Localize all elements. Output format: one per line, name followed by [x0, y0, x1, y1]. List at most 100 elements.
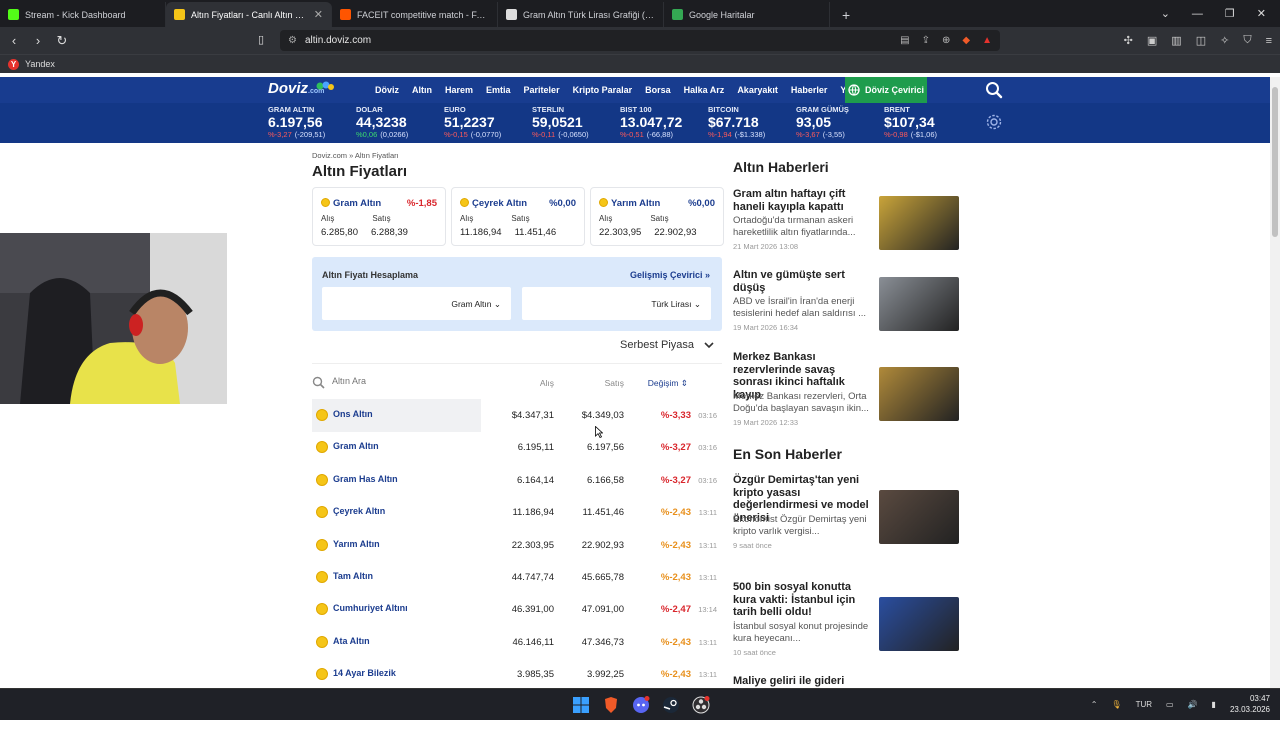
reader-mode-icon[interactable]: ▤: [900, 35, 909, 46]
sidebar-toggle-icon[interactable]: ▥: [1171, 34, 1181, 47]
extensions-icon[interactable]: ✣: [1124, 34, 1133, 47]
news-thumbnail[interactable]: [879, 196, 959, 250]
table-row[interactable]: 14 Ayar Bilezik 3.985,35 3.992,25 %-2,43 13:…: [312, 658, 722, 691]
row-name[interactable]: Çeyrek Altın: [333, 506, 385, 516]
obs-icon[interactable]: [691, 695, 711, 715]
row-name[interactable]: Tam Altın: [333, 571, 373, 581]
discord-icon[interactable]: [631, 695, 651, 715]
news-thumbnail[interactable]: [879, 367, 959, 421]
tab-list-chevron-icon[interactable]: ⌄: [1161, 7, 1170, 20]
row-name[interactable]: Ata Altın: [333, 636, 370, 646]
search-icon[interactable]: [985, 81, 1003, 99]
news-thumbnail[interactable]: [879, 597, 959, 651]
share-icon[interactable]: ⇪: [922, 35, 930, 46]
back-icon[interactable]: ‹: [4, 33, 24, 48]
row-name[interactable]: Gram Has Altın: [333, 474, 398, 484]
breadcrumb[interactable]: Doviz.com » Altın Fiyatları: [312, 151, 399, 160]
gold-summary-card[interactable]: Gram Altın %-1,85 Alış Satış 6.285,80 6.288,3…: [312, 187, 446, 246]
gold-summary-card[interactable]: Yarım Altın %0,00 Alış Satış 22.303,95 22.902…: [590, 187, 724, 246]
page-scrollbar[interactable]: [1270, 77, 1280, 688]
news-thumbnail[interactable]: [879, 277, 959, 331]
brave-rewards-icon[interactable]: ▲: [982, 35, 992, 46]
nav-item[interactable]: Borsa: [645, 85, 671, 95]
row-name[interactable]: Gram Altın: [333, 441, 379, 451]
tray-overflow-icon[interactable]: ⌃: [1091, 700, 1098, 709]
minimize-icon[interactable]: —: [1192, 8, 1203, 20]
from-unit-select[interactable]: Gram Altın ⌄: [451, 299, 501, 310]
row-name[interactable]: Ons Altın: [333, 409, 373, 419]
browser-tab[interactable]: Google Haritalar: [664, 2, 830, 27]
windows-start-icon[interactable]: [571, 695, 591, 715]
reload-icon[interactable]: ↻: [52, 33, 72, 49]
gold-news-title[interactable]: Altın Haberleri: [733, 159, 829, 175]
nav-item[interactable]: Emtia: [486, 85, 511, 95]
nav-item[interactable]: Akaryakıt: [737, 85, 778, 95]
microphone-icon[interactable]: 🎙: [1111, 700, 1121, 709]
market-select[interactable]: Serbest Piyasa: [620, 339, 714, 351]
browser-tab[interactable]: Stream - Kick Dashboard: [0, 2, 166, 27]
zoom-icon[interactable]: ⊕: [942, 35, 950, 46]
news-item[interactable]: Özgür Demirtaş'tan yeni kripto yasası de…: [733, 474, 961, 554]
row-name[interactable]: 14 Ayar Bilezik: [333, 668, 396, 678]
restore-icon[interactable]: ❐: [1225, 7, 1235, 20]
column-change[interactable]: Değişim ⇕: [648, 378, 688, 389]
new-tab-button[interactable]: +: [830, 7, 862, 27]
table-row[interactable]: Ons Altın $4.347,31 $4.349,03 %-3,33 03:16: [312, 399, 722, 432]
close-window-icon[interactable]: ✕: [1257, 7, 1266, 20]
browser-tab[interactable]: Altın Fiyatları - Canlı Altın Kuru ve ✕: [166, 2, 332, 27]
news-item[interactable]: Gram altın haftayı çift haneli kayıpla k…: [733, 188, 961, 268]
news-title[interactable]: Maliye geliri ile gideri: [733, 675, 874, 688]
tab-close-icon[interactable]: ✕: [314, 8, 323, 21]
news-title[interactable]: Gram altın haftayı çift haneli kayıpla k…: [733, 188, 874, 213]
bookmark-yandex[interactable]: Yandex: [25, 59, 55, 69]
column-sell[interactable]: Satış: [605, 378, 624, 388]
steam-icon[interactable]: [661, 695, 681, 715]
ticker-item[interactable]: EURO 51,2237 %-0,15 (-0,0770): [444, 105, 532, 139]
amount-input[interactable]: Gram Altın ⌄: [322, 287, 511, 320]
table-row[interactable]: Gram Has Altın 6.164,14 6.166,58 %-3,27 03:1…: [312, 464, 722, 497]
brave-browser-icon[interactable]: [601, 695, 621, 715]
ticker-item[interactable]: DOLAR 44,3238 %0,06 (0,0266): [356, 105, 444, 139]
news-thumbnail[interactable]: [879, 490, 959, 544]
language-indicator[interactable]: TUR: [1136, 700, 1152, 709]
news-title[interactable]: Altın ve gümüşte sert düşüş: [733, 269, 874, 294]
nav-item[interactable]: Döviz: [375, 85, 399, 95]
nav-item[interactable]: Harem: [445, 85, 473, 95]
column-buy[interactable]: Alış: [540, 378, 554, 388]
currency-converter-button[interactable]: Döviz Çevirici: [845, 77, 927, 103]
result-input[interactable]: Türk Lirası ⌄: [522, 287, 711, 320]
to-unit-select[interactable]: Türk Lirası ⌄: [651, 299, 701, 310]
scrollbar-thumb[interactable]: [1272, 87, 1278, 237]
battery-icon[interactable]: ▮: [1212, 700, 1216, 709]
nav-item[interactable]: Pariteler: [524, 85, 560, 95]
news-item[interactable]: Altın ve gümüşte sert düşüş ABD ve İsrail…: [733, 269, 961, 349]
row-name[interactable]: Yarım Altın: [333, 539, 380, 549]
bookmark-page-icon[interactable]: ▯: [258, 33, 264, 46]
table-row[interactable]: Tam Altın 44.747,74 45.665,78 %-2,43 13:11: [312, 561, 722, 594]
taskbar-clock[interactable]: 03:47 23.03.2026: [1230, 693, 1270, 715]
news-item[interactable]: Merkez Bankası rezervlerinde savaş sonra…: [733, 351, 961, 431]
nav-item[interactable]: Haberler: [791, 85, 828, 95]
ticker-item[interactable]: BIST 100 13.047,72 %-0,51 (-66,88): [620, 105, 708, 139]
latest-news-title[interactable]: En Son Haberler: [733, 446, 842, 462]
gold-summary-card[interactable]: Çeyrek Altın %0,00 Alış Satış 11.186,94 11.45…: [451, 187, 585, 246]
browser-tab[interactable]: FACEIT competitive match - FACEIT.c: [332, 2, 498, 27]
site-settings-icon[interactable]: ⚙: [288, 35, 297, 46]
ticker-item[interactable]: BRENT $107,34 %-0,98 (-$1,06): [884, 105, 972, 139]
leo-ai-icon[interactable]: ✧: [1220, 34, 1229, 47]
brave-shields-icon[interactable]: ◆: [962, 35, 970, 46]
ticker-item[interactable]: GRAM ALTIN 6.197,56 %-3,27 (-209,51): [268, 105, 356, 139]
table-row[interactable]: Çeyrek Altın 11.186,94 11.451,46 %-2,43 13:1…: [312, 496, 722, 529]
wallet-icon[interactable]: ◫: [1196, 34, 1206, 47]
media-icon[interactable]: ▣: [1147, 34, 1157, 47]
ticker-item[interactable]: BITCOIN $67.718 %-1,94 (-$1.338): [708, 105, 796, 139]
browser-tab[interactable]: Gram Altın Türk Lirası Grafiği (GAU T): [498, 2, 664, 27]
table-row[interactable]: Gram Altın 6.195,11 6.197,56 %-3,27 03:16: [312, 431, 722, 464]
volume-icon[interactable]: 🔊: [1188, 700, 1198, 709]
nav-item[interactable]: Altın: [412, 85, 432, 95]
gear-icon[interactable]: [985, 113, 1003, 131]
nav-item[interactable]: Halka Arz: [684, 85, 725, 95]
network-icon[interactable]: ▭: [1166, 700, 1174, 709]
vpn-icon[interactable]: ⛉: [1243, 34, 1251, 47]
address-bar[interactable]: ⚙ altin.doviz.com ▤ ⇪ ⊕ ◆ ▲: [280, 30, 1000, 51]
